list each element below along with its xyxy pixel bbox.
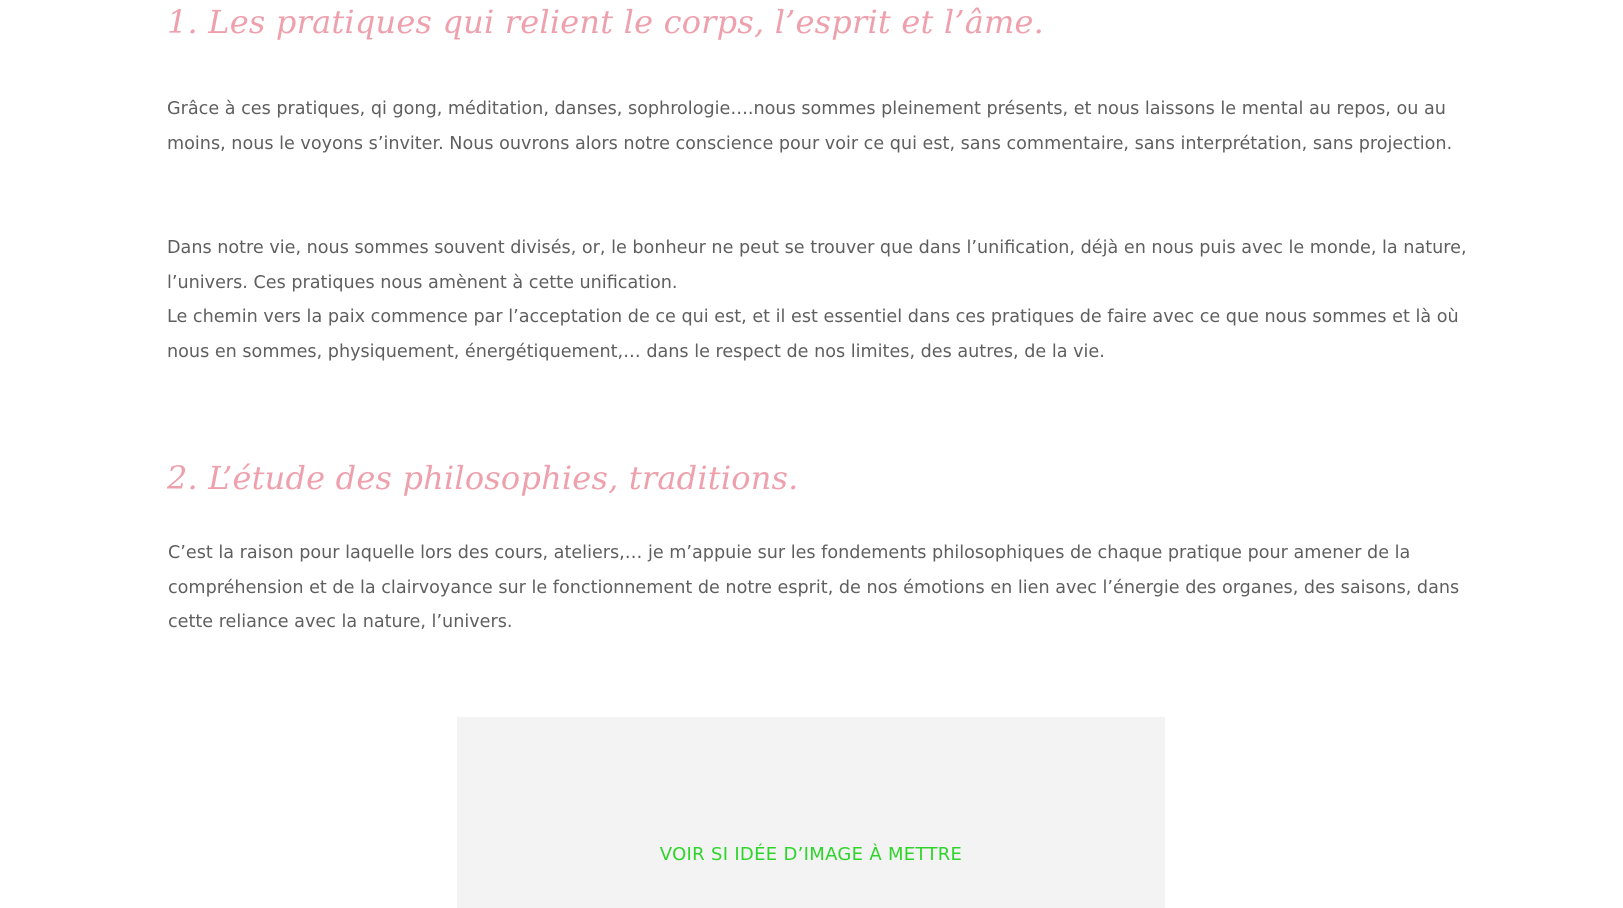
image-placeholder-text: VOIR SI IDÉE D’IMAGE À METTRE	[659, 844, 963, 865]
section-2-title: 2. L’étude des philosophies, traditions.	[167, 459, 799, 497]
image-placeholder: VOIR SI IDÉE D’IMAGE À METTRE	[457, 717, 1165, 908]
section-1-title: 1. Les pratiques qui relient le corps, l…	[167, 3, 1045, 41]
section-2-paragraph-1: C’est la raison pour laquelle lors des c…	[168, 543, 1460, 633]
section-1-paragraph-3: Le chemin vers la paix commence par l’ac…	[167, 307, 1459, 362]
section-1-paragraph-1: Grâce à ces pratiques, qi gong, méditati…	[167, 99, 1453, 154]
section-1-paragraph-2: Dans notre vie, nous sommes souvent divi…	[167, 238, 1467, 293]
